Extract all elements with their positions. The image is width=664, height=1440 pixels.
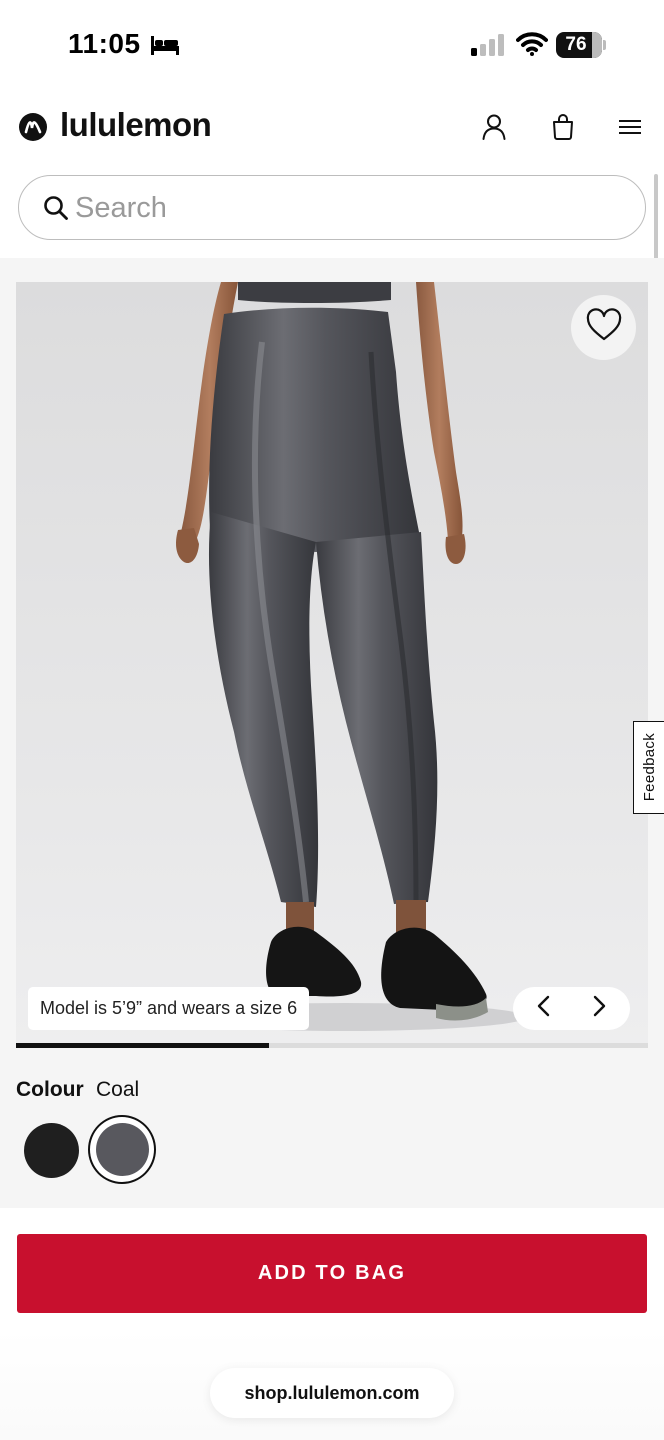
hamburger-menu-icon[interactable] xyxy=(615,112,645,142)
feedback-tab[interactable]: Feedback xyxy=(633,721,664,814)
next-image-button[interactable] xyxy=(570,987,628,1030)
lululemon-logo-icon[interactable] xyxy=(18,112,48,147)
brand-name[interactable]: lululemon xyxy=(60,106,212,144)
previous-image-button[interactable] xyxy=(515,987,573,1030)
colour-swatch-coal[interactable] xyxy=(96,1123,149,1176)
selected-colour: Coal xyxy=(96,1078,140,1101)
search-icon xyxy=(43,195,69,226)
bed-icon xyxy=(150,34,180,61)
status-time: 11:05 xyxy=(68,28,141,59)
search-input[interactable] xyxy=(75,188,615,228)
gallery-navigation xyxy=(513,987,630,1030)
chevron-right-icon xyxy=(591,995,607,1022)
shopping-bag-icon[interactable] xyxy=(548,112,578,142)
account-icon[interactable] xyxy=(479,112,509,142)
model-caption: Model is 5’9” and wears a size 6 xyxy=(28,987,310,1030)
colour-label: Colour xyxy=(16,1078,84,1101)
battery-percent: 76 xyxy=(565,34,587,55)
battery-icon: 76 xyxy=(556,32,606,58)
feedback-label: Feedback xyxy=(640,733,658,802)
heart-icon xyxy=(585,308,623,347)
signal-icon xyxy=(470,34,506,61)
site-header: lululemon xyxy=(0,92,664,162)
status-bar: 11:05 76 xyxy=(0,0,664,92)
colour-swatch-black[interactable] xyxy=(24,1123,79,1178)
gallery-progress-bar xyxy=(16,1043,648,1048)
gallery-progress-fill xyxy=(16,1043,269,1048)
browser-url-bar[interactable]: shop.lululemon.com xyxy=(210,1368,454,1418)
product-image-gallery[interactable] xyxy=(16,282,648,1048)
product-image xyxy=(16,282,648,1048)
search-bar[interactable] xyxy=(18,175,646,240)
wishlist-button[interactable] xyxy=(571,295,636,360)
add-to-bag-button[interactable]: ADD TO BAG xyxy=(17,1234,647,1313)
wifi-icon xyxy=(516,32,548,61)
chevron-left-icon xyxy=(536,995,552,1022)
